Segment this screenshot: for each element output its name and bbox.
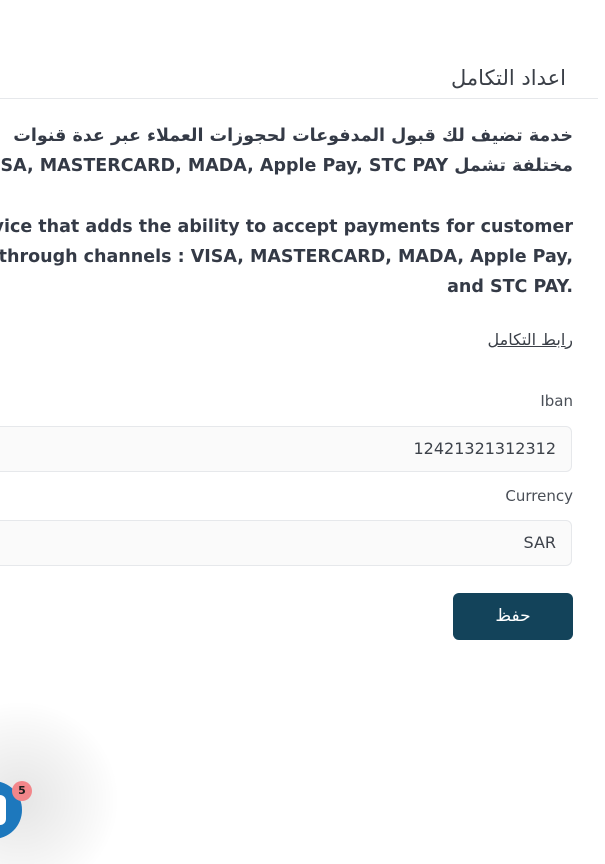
description-arabic-line-1: خدمة تضيف لك قبول المدفوعات لحجوزات العم… [13,126,573,146]
chat-bubble-icon [0,795,6,825]
currency-input[interactable]: SAR [0,520,572,566]
save-button[interactable]: حفظ [453,593,573,640]
chat-notification-badge: 5 [12,781,32,801]
description-english-line-2: bookings through channels : VISA, MASTER… [0,247,573,267]
page-header: اعداد التكامل [0,60,598,99]
integration-settings-page: اعداد التكامل خدمة تضيف لك قبول المدفوعا… [0,0,605,864]
currency-label: Currency [505,487,573,505]
page-title: اعداد التكامل [451,66,566,90]
iban-label: Iban [540,392,573,410]
iban-input[interactable]: 12421321312312 [0,426,572,472]
description-english-line-3: and STC PAY. [447,277,573,297]
integration-link[interactable]: رابط التكامل [488,330,573,349]
description-english-line-1: A service that adds the ability to accep… [0,217,573,237]
description-arabic-line-2: مختلفة تشمل VISA, MASTERCARD, MADA, Appl… [0,156,573,176]
